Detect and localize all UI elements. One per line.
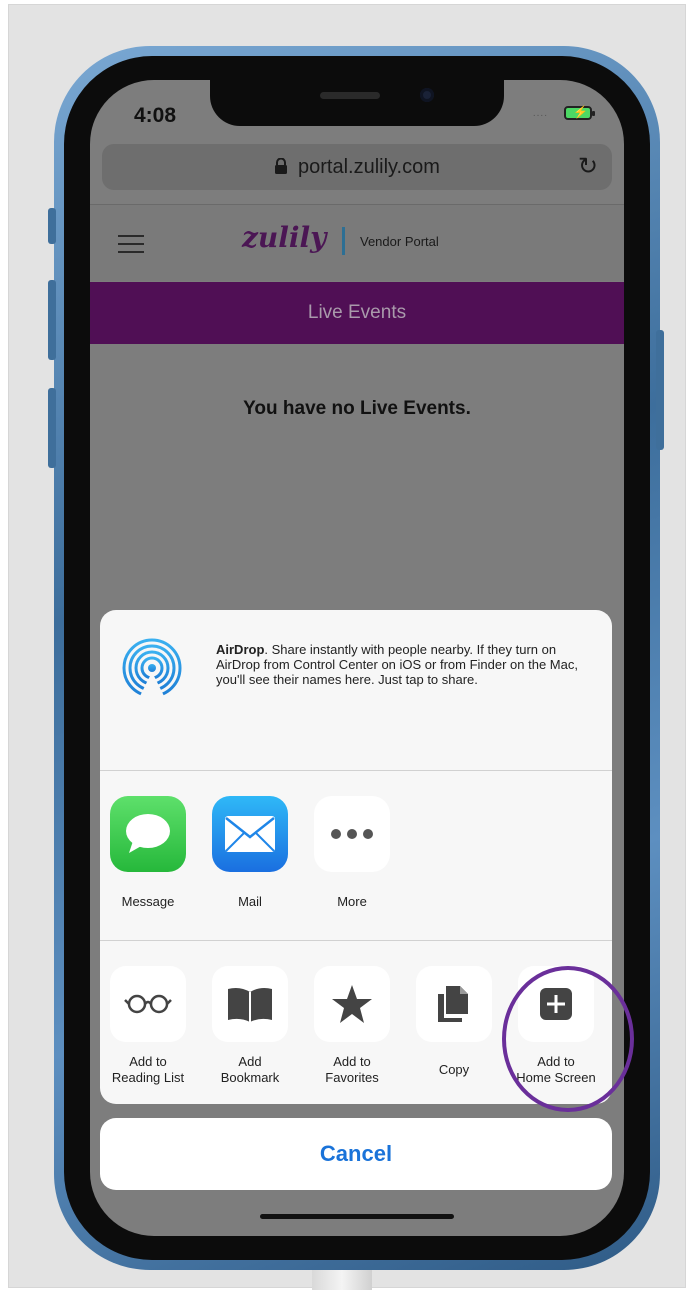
site-header: zulily Vendor Portal [90,205,624,281]
vendor-portal-label: Vendor Portal [360,234,439,249]
action-add-to-favorites[interactable]: Add to Favorites [310,966,394,1086]
signal-dots: .... [532,108,548,119]
battery-icon: ⚡ [564,105,595,120]
airdrop-description: AirDrop. Share instantly with people nea… [216,642,596,687]
reload-icon[interactable]: ↻ [578,152,598,181]
book-icon [212,966,288,1042]
section-title: Live Events [307,302,407,323]
action-label: Add to Reading List [111,1054,185,1085]
share-app-more[interactable]: More [310,796,394,909]
cancel-button[interactable]: Cancel [100,1118,612,1190]
action-add-to-reading-list[interactable]: Add to Reading List [106,966,190,1086]
action-label: Add to Favorites [325,1054,379,1085]
status-time: 4:08 [134,104,177,127]
app-label: Mail [238,894,262,909]
highlight-circle-annotation [502,966,634,1112]
volume-up-button [48,280,56,360]
volume-down-button [48,388,56,468]
action-label: Copy [438,1062,470,1077]
lock-icon [275,158,287,174]
action-add-bookmark[interactable]: Add Bookmark [208,966,292,1086]
sheet-divider-top [100,770,612,771]
zulily-logo[interactable]: zulily [242,221,326,254]
notch [210,80,504,126]
glasses-icon [110,966,186,1042]
hamburger-icon[interactable] [118,235,144,253]
sheet-divider-bottom [100,940,612,941]
mail-icon [212,796,288,872]
action-label: Add Bookmark [220,1054,280,1085]
front-camera [420,88,434,102]
message-icon [110,796,186,872]
logo-divider [342,227,345,255]
address-bar[interactable]: portal.zulily.com ↻ [102,144,612,190]
side-button [656,330,664,450]
home-indicator[interactable] [260,1214,454,1219]
more-icon [314,796,390,872]
airdrop-title: AirDrop [216,642,265,657]
action-copy[interactable]: Copy [412,966,496,1078]
app-label: More [337,894,367,909]
airdrop-icon [122,638,182,700]
charging-bolt-icon: ⚡ [573,105,588,119]
section-title-bar: Live Events [90,282,624,344]
airdrop-body: . Share instantly with people nearby. If… [216,642,578,687]
empty-message: You have no Live Events. [243,398,471,419]
speaker [320,92,380,99]
share-app-mail[interactable]: Mail [208,796,292,909]
copy-icon [416,966,492,1042]
app-label: Message [121,894,175,909]
url-text: portal.zulily.com [298,156,440,178]
star-icon [314,966,390,1042]
share-app-message[interactable]: Message [106,796,190,909]
mute-switch [48,208,56,244]
